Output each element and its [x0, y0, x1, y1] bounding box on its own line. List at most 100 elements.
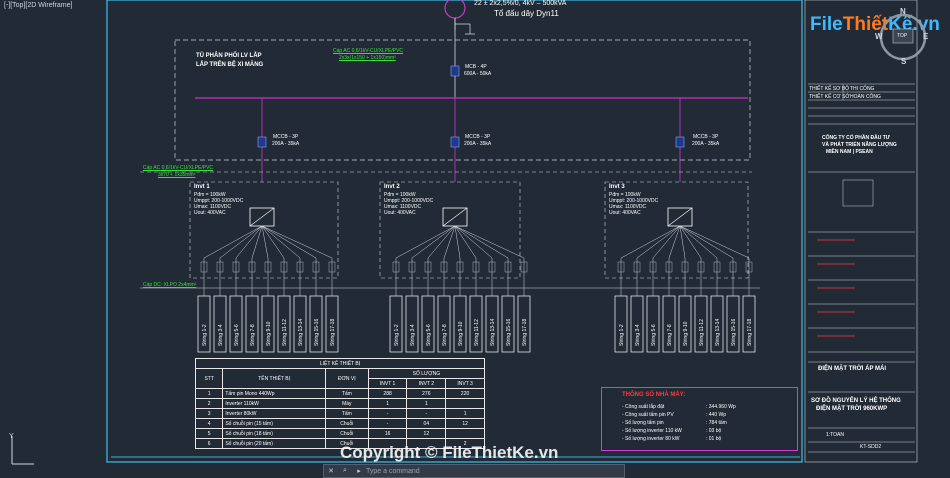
ucs-icon: Y: [9, 433, 34, 465]
param-value: : 784 tấm: [706, 420, 727, 426]
breaker-2-rating: 200A - 35kA: [464, 141, 492, 147]
string-fan-line: [679, 225, 686, 259]
param-value: : 01 bộ: [706, 436, 722, 442]
string-label: String 1-2: [394, 324, 400, 346]
row-i1: 288: [367, 388, 408, 399]
svg-text:Y: Y: [9, 433, 14, 440]
string-label: String 11-12: [699, 319, 705, 346]
title-block: [808, 83, 915, 453]
row-name: Số chuỗi pin (18 tấm): [222, 428, 326, 439]
tb-company-3: MIỀN NAM | PSEAN: [826, 149, 873, 155]
plant-parameters-box: THÔNG SỐ NHÀ MÁY: - Công suất lắp đặt : …: [601, 387, 798, 451]
tb-cell-3: THIẾT KẾ CƠ SỞ: [809, 94, 850, 100]
row-name: Inverter 80kW: [222, 408, 326, 419]
param-label: - Số lượng inverter 110 kW: [622, 428, 682, 434]
table-row: 2 Inverter 110kW Máy 1 1: [194, 398, 485, 409]
command-prompt-icon: ▸: [357, 468, 361, 475]
row-unit: Tấm: [324, 388, 369, 399]
string-label: String 1-2: [202, 324, 208, 346]
top-cable-label: Cáp AC 0,6/1kV-CU/XLPE/PVC: [333, 48, 404, 54]
main-breaker-name: MCB - 4P: [465, 64, 487, 70]
row-i2: 04: [406, 418, 447, 429]
compass-n[interactable]: N: [900, 7, 906, 16]
plant-parameters-title: THÔNG SỐ NHÀ MÁY:: [622, 392, 686, 398]
string-label: String 15-16: [731, 319, 737, 346]
viewcube-top[interactable]: TOP: [897, 33, 907, 39]
row-i2: 276: [406, 388, 447, 399]
inverter-3-spec-4: Uout: 400VAC: [609, 210, 641, 216]
row-stt: 5: [194, 428, 224, 439]
string-label: String 1-2: [619, 324, 625, 346]
string-fan-line: [454, 225, 461, 259]
string-fan-line: [636, 225, 681, 259]
main-breaker-rating: 600A - 50kA: [464, 71, 492, 77]
inverter-symbol-3: [667, 207, 693, 227]
string-fan-line: [235, 225, 263, 259]
panel-title-2: LẮP TRÊN BỆ XI MĂNG: [196, 62, 264, 68]
string-fan-line: [219, 225, 263, 259]
row-unit: Máy: [324, 398, 369, 409]
param-value: : 440 Wp: [706, 412, 727, 418]
string-fan-line: [454, 225, 509, 259]
breaker-2-name: MCCB - 3P: [465, 134, 491, 140]
row-i1: -: [367, 418, 408, 429]
table-row: 3 Inverter 80kW Tấm - - 1: [194, 408, 485, 419]
string-fan-line: [261, 225, 333, 259]
drawing-canvas[interactable]: String 1-2 String 3-4 String 5-6 String 7-8…: [0, 0, 950, 478]
tb-project: ĐIỆN MẶT TRỜI ÁP MÁI: [818, 366, 887, 372]
row-i3: 220: [445, 388, 485, 399]
row-unit: Tấm: [324, 408, 369, 419]
search-icon[interactable]: ⌕: [338, 467, 352, 475]
string-label: String 13-14: [490, 319, 496, 346]
string-label: String 3-4: [410, 324, 416, 346]
close-icon[interactable]: ✕: [324, 467, 338, 475]
col-invt1: INVT 1: [367, 378, 408, 389]
feeder-1: [257, 98, 267, 182]
string-fan-line: [620, 225, 681, 259]
row-stt: 1: [194, 388, 224, 399]
row-stt: 4: [194, 418, 224, 429]
string-label: String 3-4: [218, 324, 224, 346]
string-label: String 17-18: [522, 319, 528, 346]
string-fan-line: [679, 225, 734, 259]
param-value: : 03 bộ: [706, 428, 722, 434]
panel-title-1: TỦ PHÂN PHỐI LV LẮP: [196, 53, 262, 59]
col-qty: SỐ LƯỢNG: [367, 368, 486, 379]
command-input[interactable]: Type a command: [366, 468, 420, 475]
compass-s[interactable]: S: [901, 57, 906, 66]
string-label: String 15-16: [506, 319, 512, 346]
col-invt3: INVT 3: [445, 378, 485, 389]
tb-sheet: KT-SDD2: [860, 444, 882, 450]
string-label: String 9-10: [266, 321, 272, 346]
logo-part-1: File: [810, 14, 843, 35]
tb-company-1: CÔNG TY CỔ PHẦN ĐẦU TƯ: [822, 135, 890, 141]
string-label: String 11-12: [474, 319, 480, 346]
row-i2: 1: [406, 398, 447, 409]
compass-w[interactable]: W: [875, 32, 883, 41]
row-name: Tấm pin Mono 440Wp: [222, 388, 326, 399]
feeder-2: [450, 98, 460, 182]
string-fan-line: [427, 225, 456, 259]
equipment-table: LIỆT KÊ THIẾT BỊ STT TÊN THIẾT BỊ ĐƠN VỊ…: [194, 358, 486, 449]
string-fan-line: [679, 225, 718, 259]
param-label: - Công suất lắp đặt: [622, 404, 665, 410]
string-label: String 15-16: [314, 319, 320, 346]
col-name: TÊN THIẾT BỊ: [222, 368, 326, 389]
tb-cell-2: THI CÔNG: [850, 86, 875, 92]
feeder-cable-label: Cáp AC 0,6/1kV-CU/XLPE/PVC: [143, 165, 214, 171]
tb-drawing-title-1: SƠ ĐỒ NGUYÊN LÝ HỆ THỐNG: [811, 398, 901, 404]
row-stt: 6: [194, 438, 224, 449]
row-i2: 12: [406, 428, 447, 439]
viewcube[interactable]: N E S W TOP: [875, 7, 930, 66]
copyright-watermark: Copyright © FileThietKe.vn: [340, 443, 559, 462]
compass-e[interactable]: E: [923, 32, 928, 41]
feeder-cable-spec: 3x70 + 1x35mm²: [158, 172, 196, 178]
string-label: String 5-6: [234, 324, 240, 346]
viewport-label[interactable]: [-][Top][2D Wireframe]: [4, 2, 72, 9]
tb-company-2: VÀ PHÁT TRIỂN NĂNG LƯỢNG: [822, 142, 897, 148]
string-label: String 13-14: [715, 319, 721, 346]
transformer-label: 22 ± 2x2,5%/0, 4kV – 500kVA: [474, 0, 567, 7]
string-layer: String 1-2 String 3-4 String 5-6 String 7-8…: [197, 225, 756, 353]
param-label: - Công suất tấm pin PV: [622, 412, 674, 418]
command-line[interactable]: ✕ ⌕ ▸ Type a command: [323, 464, 625, 478]
